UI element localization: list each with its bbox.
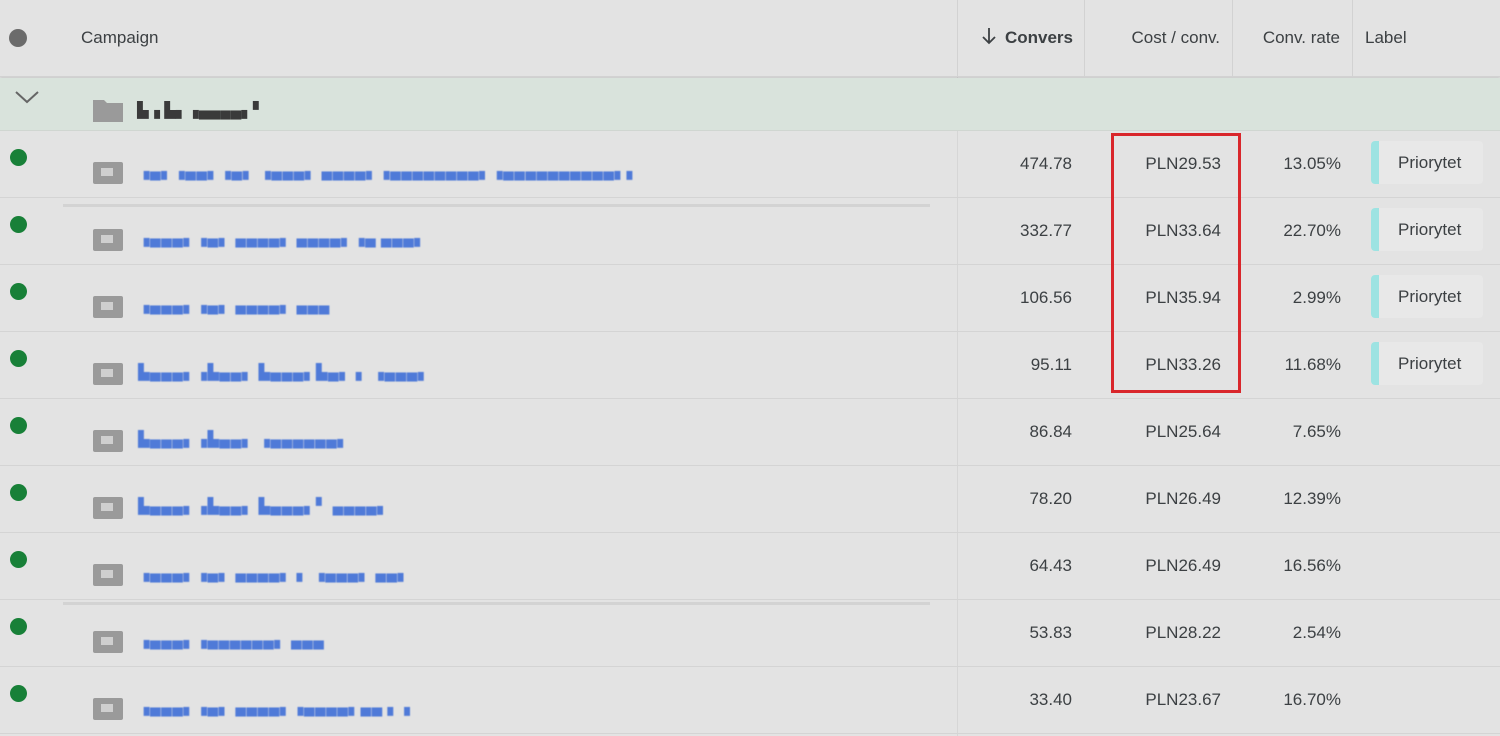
chevron-down-icon[interactable] bbox=[14, 88, 40, 106]
campaign-name-link[interactable]: ▗▄▄▄▖▗▄▖ ▄▄▄▄▖▗▄▄▄▄▖▄▄ ▖ ▖ bbox=[138, 698, 416, 716]
table-row[interactable]: ▙▄▄▄▖▗▙▄▄▖ ▙▄▄▄▖▙▄▖ ▖ ▗▄▄▄▖ 95.11 PLN33.26… bbox=[0, 331, 1500, 399]
folder-icon bbox=[93, 98, 123, 122]
status-enabled-icon[interactable] bbox=[10, 216, 27, 233]
campaign-name-link[interactable]: ▙▄▄▄▖▗▙▄▄▖ ▗▄▄▄▄▄▄▖ bbox=[138, 430, 349, 448]
conv-rate-header-label: Conv. rate bbox=[1262, 28, 1340, 47]
status-enabled-icon[interactable] bbox=[10, 149, 27, 166]
label-color-bar bbox=[1371, 208, 1379, 251]
campaign-name-link[interactable]: ▗▄▖▗▄▄▖▗▄▖ ▗▄▄▄▖ ▄▄▄▄▖▗▄▄▄▄▄▄▄▄▖▗▄▄▄▄▄▄▄… bbox=[138, 162, 639, 180]
label-chip[interactable]: Priorytet bbox=[1371, 208, 1483, 251]
table-row[interactable]: ▗▄▄▄▖▗▄▖ ▄▄▄▄▖▗▄▄▄▄▖▄▄ ▖ ▖ 33.40 PLN23.67 1… bbox=[0, 666, 1500, 734]
cost-per-conv-cell: PLN29.53 bbox=[1145, 153, 1221, 173]
campaign-type-icon bbox=[93, 296, 123, 318]
status-enabled-icon[interactable] bbox=[10, 417, 27, 434]
header-divider bbox=[957, 0, 958, 76]
conv-rate-cell: 12.39% bbox=[1283, 488, 1341, 508]
label-chip[interactable]: Priorytet bbox=[1371, 342, 1483, 385]
table-row[interactable]: ▗▄▖▗▄▄▖▗▄▖ ▗▄▄▄▖ ▄▄▄▄▖▗▄▄▄▄▄▄▄▄▖▗▄▄▄▄▄▄▄… bbox=[0, 130, 1500, 198]
campaign-type-icon bbox=[93, 162, 123, 184]
conv-rate-cell: 16.56% bbox=[1283, 555, 1341, 575]
status-header-icon[interactable] bbox=[9, 29, 27, 47]
conversions-cell: 95.11 bbox=[1030, 354, 1072, 374]
header-divider bbox=[1232, 0, 1233, 76]
status-enabled-icon[interactable] bbox=[10, 350, 27, 367]
campaign-column-header[interactable]: Campaign bbox=[81, 0, 381, 76]
conv-rate-cell: 16.70% bbox=[1283, 689, 1341, 709]
campaign-type-icon bbox=[93, 564, 123, 586]
label-color-bar bbox=[1371, 275, 1379, 318]
status-enabled-icon[interactable] bbox=[10, 618, 27, 635]
table-row[interactable]: ▗▄▄▄▖▗▄▖ ▄▄▄▄▖ ▄▄▄ 106.56 PLN35.94 2.99% Pri… bbox=[0, 264, 1500, 332]
label-column-header[interactable]: Label bbox=[1365, 0, 1485, 76]
label-text: Priorytet bbox=[1398, 354, 1462, 373]
row-separator bbox=[63, 602, 930, 605]
conversions-cell: 332.77 bbox=[1020, 220, 1072, 240]
campaign-name-link[interactable]: ▗▄▄▄▖▗▄▖ ▄▄▄▄▖ ▄▄▄ bbox=[138, 296, 330, 314]
table-row[interactable]: ▗▄▄▄▖▗▄▖ ▄▄▄▄▖ ▄▄▄▄▖▗▄ ▄▄▄▖ 332.77 PLN33.6… bbox=[0, 197, 1500, 265]
campaign-name-link[interactable]: ▙▄▄▄▖▗▙▄▄▖ ▙▄▄▄▖▘ ▄▄▄▄▖ bbox=[138, 497, 389, 515]
cost-per-conv-header-label: Cost / conv. bbox=[1131, 28, 1221, 47]
campaign-name-link[interactable]: ▗▄▄▄▖▗▄▄▄▄▄▄▖ ▄▄▄ bbox=[138, 631, 324, 649]
campaign-name-link[interactable]: ▙▄▄▄▖▗▙▄▄▖ ▙▄▄▄▖▙▄▖ ▖ ▗▄▄▄▖ bbox=[138, 363, 430, 381]
cost-per-conv-cell: PLN33.64 bbox=[1145, 220, 1221, 240]
cost-per-conv-cell: PLN25.64 bbox=[1145, 421, 1221, 441]
label-text: Priorytet bbox=[1398, 220, 1462, 239]
label-chip[interactable]: Priorytet bbox=[1371, 275, 1483, 318]
cost-per-conv-cell: PLN26.49 bbox=[1145, 555, 1221, 575]
conversions-cell: 474.78 bbox=[1020, 153, 1072, 173]
conversions-cell: 53.83 bbox=[1029, 622, 1072, 642]
label-text: Priorytet bbox=[1398, 287, 1462, 306]
campaign-type-icon bbox=[93, 363, 123, 385]
label-header-label: Label bbox=[1365, 28, 1407, 47]
conv-rate-cell: 7.65% bbox=[1292, 421, 1341, 441]
header-divider bbox=[1084, 0, 1085, 76]
campaign-group-row[interactable]: ▙▗ ▙▖▗▄▄▄▄▖▘ bbox=[0, 78, 1500, 131]
campaign-type-icon bbox=[93, 430, 123, 452]
cost-per-conv-cell: PLN33.26 bbox=[1145, 354, 1221, 374]
campaign-type-icon bbox=[93, 631, 123, 653]
conversions-cell: 86.84 bbox=[1029, 421, 1072, 441]
status-enabled-icon[interactable] bbox=[10, 283, 27, 300]
row-separator bbox=[63, 204, 930, 207]
cost-per-conv-cell: PLN28.22 bbox=[1145, 622, 1221, 642]
campaign-type-icon bbox=[93, 497, 123, 519]
table-row[interactable]: ▙▄▄▄▖▗▙▄▄▖ ▗▄▄▄▄▄▄▖ 86.84 PLN25.64 7.65% bbox=[0, 398, 1500, 466]
label-text: Priorytet bbox=[1398, 153, 1462, 172]
conversions-header-label: Convers bbox=[1004, 28, 1073, 47]
cost-per-conv-cell: PLN26.49 bbox=[1145, 488, 1221, 508]
conversions-cell: 78.20 bbox=[1029, 488, 1072, 508]
label-color-bar bbox=[1371, 342, 1379, 385]
campaign-type-icon bbox=[93, 698, 123, 720]
conv-rate-cell: 2.99% bbox=[1292, 287, 1341, 307]
table-row[interactable]: ▗▄▄▄▖▗▄▖ ▄▄▄▄▖ ▖ ▗▄▄▄▖ ▄▄▖ 64.43 PLN26.49 1… bbox=[0, 532, 1500, 600]
arrow-down-icon bbox=[981, 27, 997, 50]
conversions-cell: 64.43 bbox=[1029, 555, 1072, 575]
label-chip[interactable]: Priorytet bbox=[1371, 141, 1483, 184]
cost-per-conv-column-header[interactable]: Cost / conv. bbox=[1090, 0, 1221, 76]
conversions-cell: 106.56 bbox=[1020, 287, 1072, 307]
conv-rate-column-header[interactable]: Conv. rate bbox=[1235, 0, 1340, 76]
table-row[interactable]: ▙▄▄▄▖▗▙▄▄▖ ▙▄▄▄▖▘ ▄▄▄▄▖ 78.20 PLN26.49 12.3… bbox=[0, 465, 1500, 533]
conv-rate-cell: 13.05% bbox=[1283, 153, 1341, 173]
header-divider bbox=[1352, 0, 1353, 76]
campaign-header-label: Campaign bbox=[81, 28, 159, 47]
label-color-bar bbox=[1371, 141, 1379, 184]
conv-rate-cell: 11.68% bbox=[1284, 354, 1341, 374]
conv-rate-cell: 2.54% bbox=[1292, 622, 1341, 642]
conversions-column-header[interactable]: Convers bbox=[960, 0, 1073, 76]
group-name[interactable]: ▙▗ ▙▖▗▄▄▄▄▖▘ bbox=[137, 101, 264, 119]
status-enabled-icon[interactable] bbox=[10, 484, 27, 501]
table-row[interactable]: ▗▄▄▄▖▗▄▄▄▄▄▄▖ ▄▄▄ 53.83 PLN28.22 2.54% bbox=[0, 599, 1500, 667]
campaign-type-icon bbox=[93, 229, 123, 251]
status-enabled-icon[interactable] bbox=[10, 551, 27, 568]
cost-per-conv-cell: PLN35.94 bbox=[1145, 287, 1221, 307]
campaign-name-link[interactable]: ▗▄▄▄▖▗▄▖ ▄▄▄▄▖ ▖ ▗▄▄▄▖ ▄▄▖ bbox=[138, 564, 410, 582]
conv-rate-cell: 22.70% bbox=[1283, 220, 1341, 240]
campaign-name-link[interactable]: ▗▄▄▄▖▗▄▖ ▄▄▄▄▖ ▄▄▄▄▖▗▄ ▄▄▄▖ bbox=[138, 229, 426, 247]
conversions-cell: 33.40 bbox=[1029, 689, 1072, 709]
status-enabled-icon[interactable] bbox=[10, 685, 27, 702]
table-header: Campaign Convers Cost / conv. Conv. rate… bbox=[0, 0, 1500, 77]
cost-per-conv-cell: PLN23.67 bbox=[1145, 689, 1221, 709]
